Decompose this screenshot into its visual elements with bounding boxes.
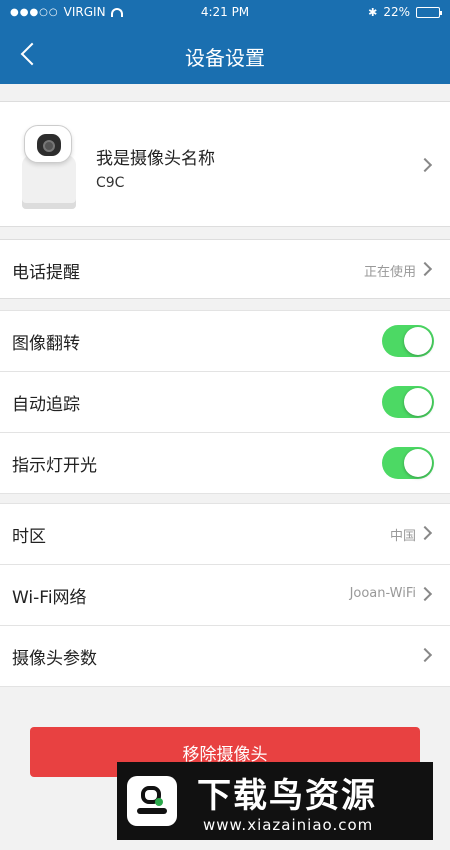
auto-tracking-toggle[interactable] xyxy=(382,386,434,418)
chevron-right-icon xyxy=(417,525,433,541)
app-header: ●●●○○ VIRGIN 4:21 PM ✱ 22% 设备设置 xyxy=(0,0,450,84)
camera-params-label: 摄像头参数 xyxy=(12,649,97,669)
row-indicator-light: 指示灯开光 xyxy=(0,433,450,493)
chevron-right-icon xyxy=(417,157,433,173)
status-bar: ●●●○○ VIRGIN 4:21 PM ✱ 22% xyxy=(0,0,450,26)
row-wifi[interactable]: Wi-Fi网络 Jooan-WiFi xyxy=(0,565,450,625)
chevron-right-icon xyxy=(417,647,433,663)
indicator-light-toggle[interactable] xyxy=(382,447,434,479)
watermark-url: www.xiazainiao.com xyxy=(203,816,374,834)
chevron-right-icon xyxy=(417,586,433,602)
timezone-value: 中国 xyxy=(389,529,416,544)
device-model: C9C xyxy=(96,175,125,191)
timezone-label: 时区 xyxy=(12,527,46,547)
divider xyxy=(0,686,450,687)
camera-image xyxy=(18,119,80,211)
watermark-title: 下载鸟资源 xyxy=(197,776,377,816)
wifi-label: Wi-Fi网络 xyxy=(12,588,87,608)
image-flip-toggle[interactable] xyxy=(382,325,434,357)
battery-icon xyxy=(416,6,442,18)
row-phone-alert[interactable]: 电话提醒 正在使用 xyxy=(0,239,450,299)
row-image-flip: 图像翻转 xyxy=(0,311,450,371)
image-flip-label: 图像翻转 xyxy=(12,334,80,354)
device-card[interactable]: 我是摄像头名称 C9C xyxy=(0,101,450,227)
row-auto-tracking: 自动追踪 xyxy=(0,372,450,432)
nav-bar: 设备设置 xyxy=(0,30,450,78)
device-name: 我是摄像头名称 xyxy=(96,149,215,169)
divider xyxy=(0,493,450,494)
page-title: 设备设置 xyxy=(185,46,265,70)
auto-tracking-label: 自动追踪 xyxy=(12,395,80,415)
row-timezone[interactable]: 时区 中国 xyxy=(0,504,450,564)
bluetooth-icon: ✱ xyxy=(368,5,378,19)
battery-percent: 22% xyxy=(383,5,410,19)
chevron-right-icon xyxy=(417,261,433,277)
bird-logo-icon xyxy=(127,776,177,826)
indicator-light-label: 指示灯开光 xyxy=(12,456,97,476)
watermark-banner: 下载鸟资源 www.xiazainiao.com xyxy=(117,762,433,840)
row-camera-params[interactable]: 摄像头参数 xyxy=(0,626,450,686)
wifi-value: Jooan-WiFi xyxy=(349,586,416,601)
phone-alert-value: 正在使用 xyxy=(363,265,416,280)
phone-alert-label: 电话提醒 xyxy=(12,263,80,283)
